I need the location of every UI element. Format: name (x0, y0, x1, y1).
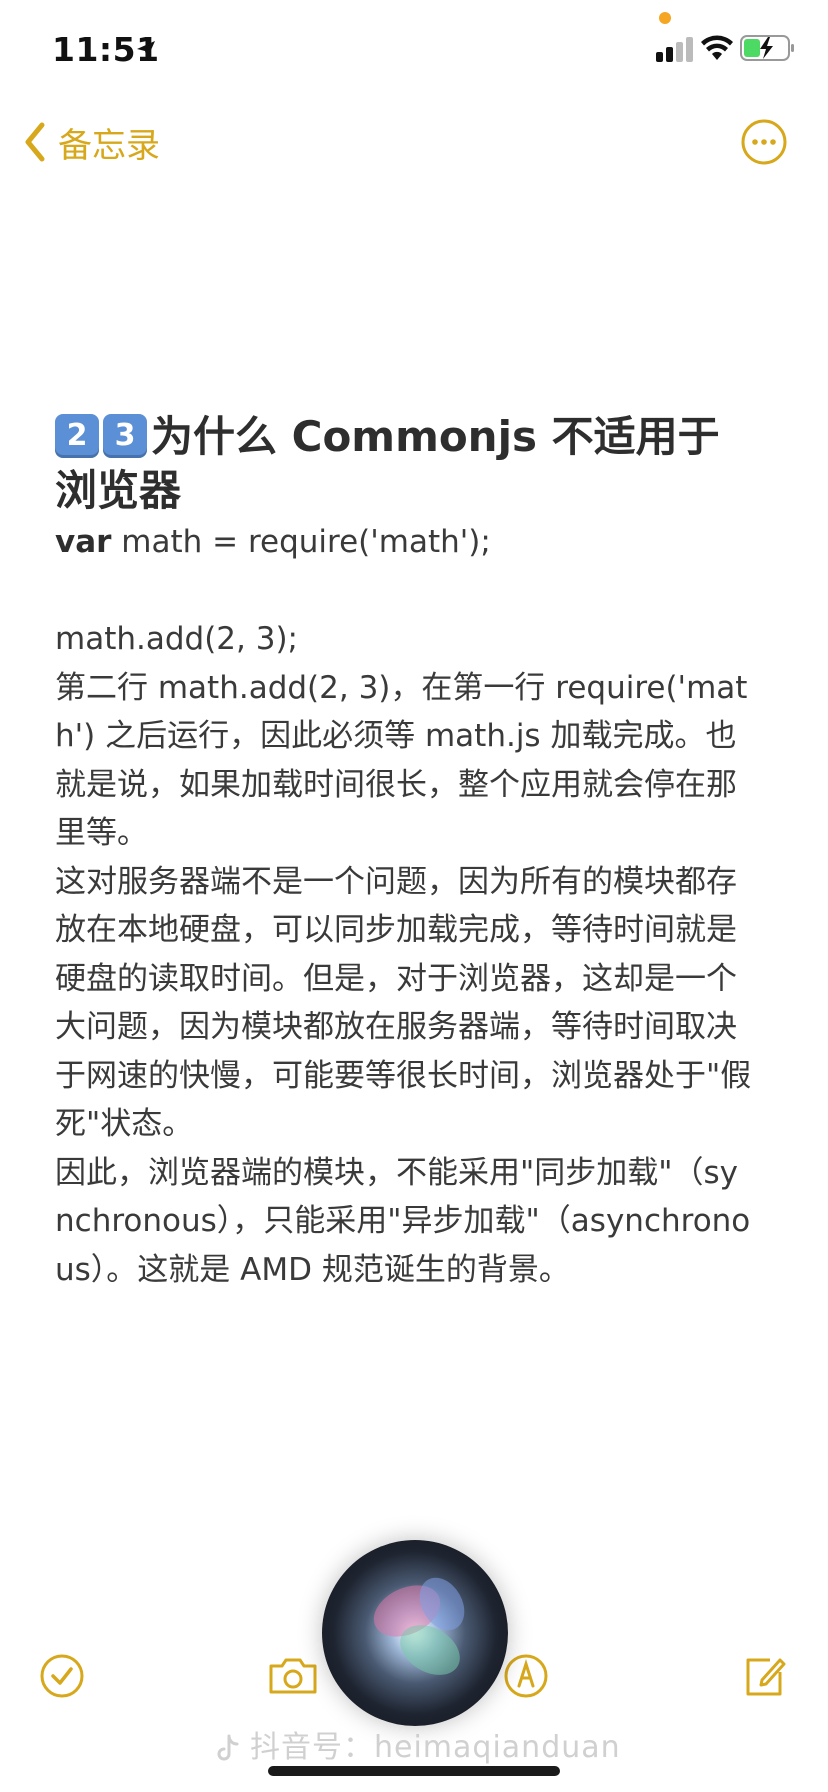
note-paragraph-1: 第二行 math.add(2, 3)，在第一行 require('math') … (55, 669, 748, 852)
note-title-text: 为什么 Commonjs 不适用于浏览器 (55, 412, 720, 515)
blank-line: ​ (55, 567, 755, 616)
douyin-logo-icon (217, 1734, 239, 1760)
siri-orb (322, 1540, 508, 1726)
code-keyword: var (55, 524, 112, 560)
watermark-text: 抖音号：heimaqianduan (250, 1730, 621, 1765)
markup-pen-icon[interactable] (502, 1652, 550, 1700)
privacy-indicator-dot (659, 12, 671, 24)
code-line-1-rest: math = require('math'); (111, 524, 491, 560)
battery-charging-icon (740, 35, 794, 61)
location-arrow-icon (137, 41, 155, 59)
code-line-1: var math = require('math'); (55, 518, 755, 567)
back-button[interactable]: 备忘录 (22, 118, 160, 166)
code-line-2: math.add(2, 3); (55, 621, 298, 657)
watermark: 抖音号：heimaqianduan (214, 1722, 621, 1766)
keycap-two-emoji: 2 (55, 413, 99, 458)
cellular-signal-icon (656, 37, 693, 62)
wifi-icon (701, 35, 733, 60)
compose-icon[interactable] (740, 1652, 788, 1700)
back-label: 备忘录 (58, 125, 160, 166)
chevron-left-icon (25, 122, 45, 162)
note-title: 2 3 为什么 Commonjs 不适用于浏览器 (55, 410, 755, 518)
note-content[interactable]: 2 3 为什么 Commonjs 不适用于浏览器 var math = requir… (55, 410, 755, 1294)
note-paragraph-3: 因此，浏览器端的模块，不能采用"同步加载"（synchronous），只能采用"… (55, 1154, 751, 1288)
camera-icon[interactable] (266, 1652, 320, 1700)
home-indicator[interactable] (268, 1766, 560, 1776)
more-options-icon[interactable] (740, 118, 788, 166)
status-bar: 11:51 (0, 0, 828, 100)
checklist-icon[interactable] (38, 1652, 86, 1700)
note-paragraph-2: 这对服务器端不是一个问题，因为所有的模块都存放在本地硬盘，可以同步加载完成，等待… (55, 863, 752, 1143)
keycap-three-emoji: 3 (103, 413, 147, 458)
